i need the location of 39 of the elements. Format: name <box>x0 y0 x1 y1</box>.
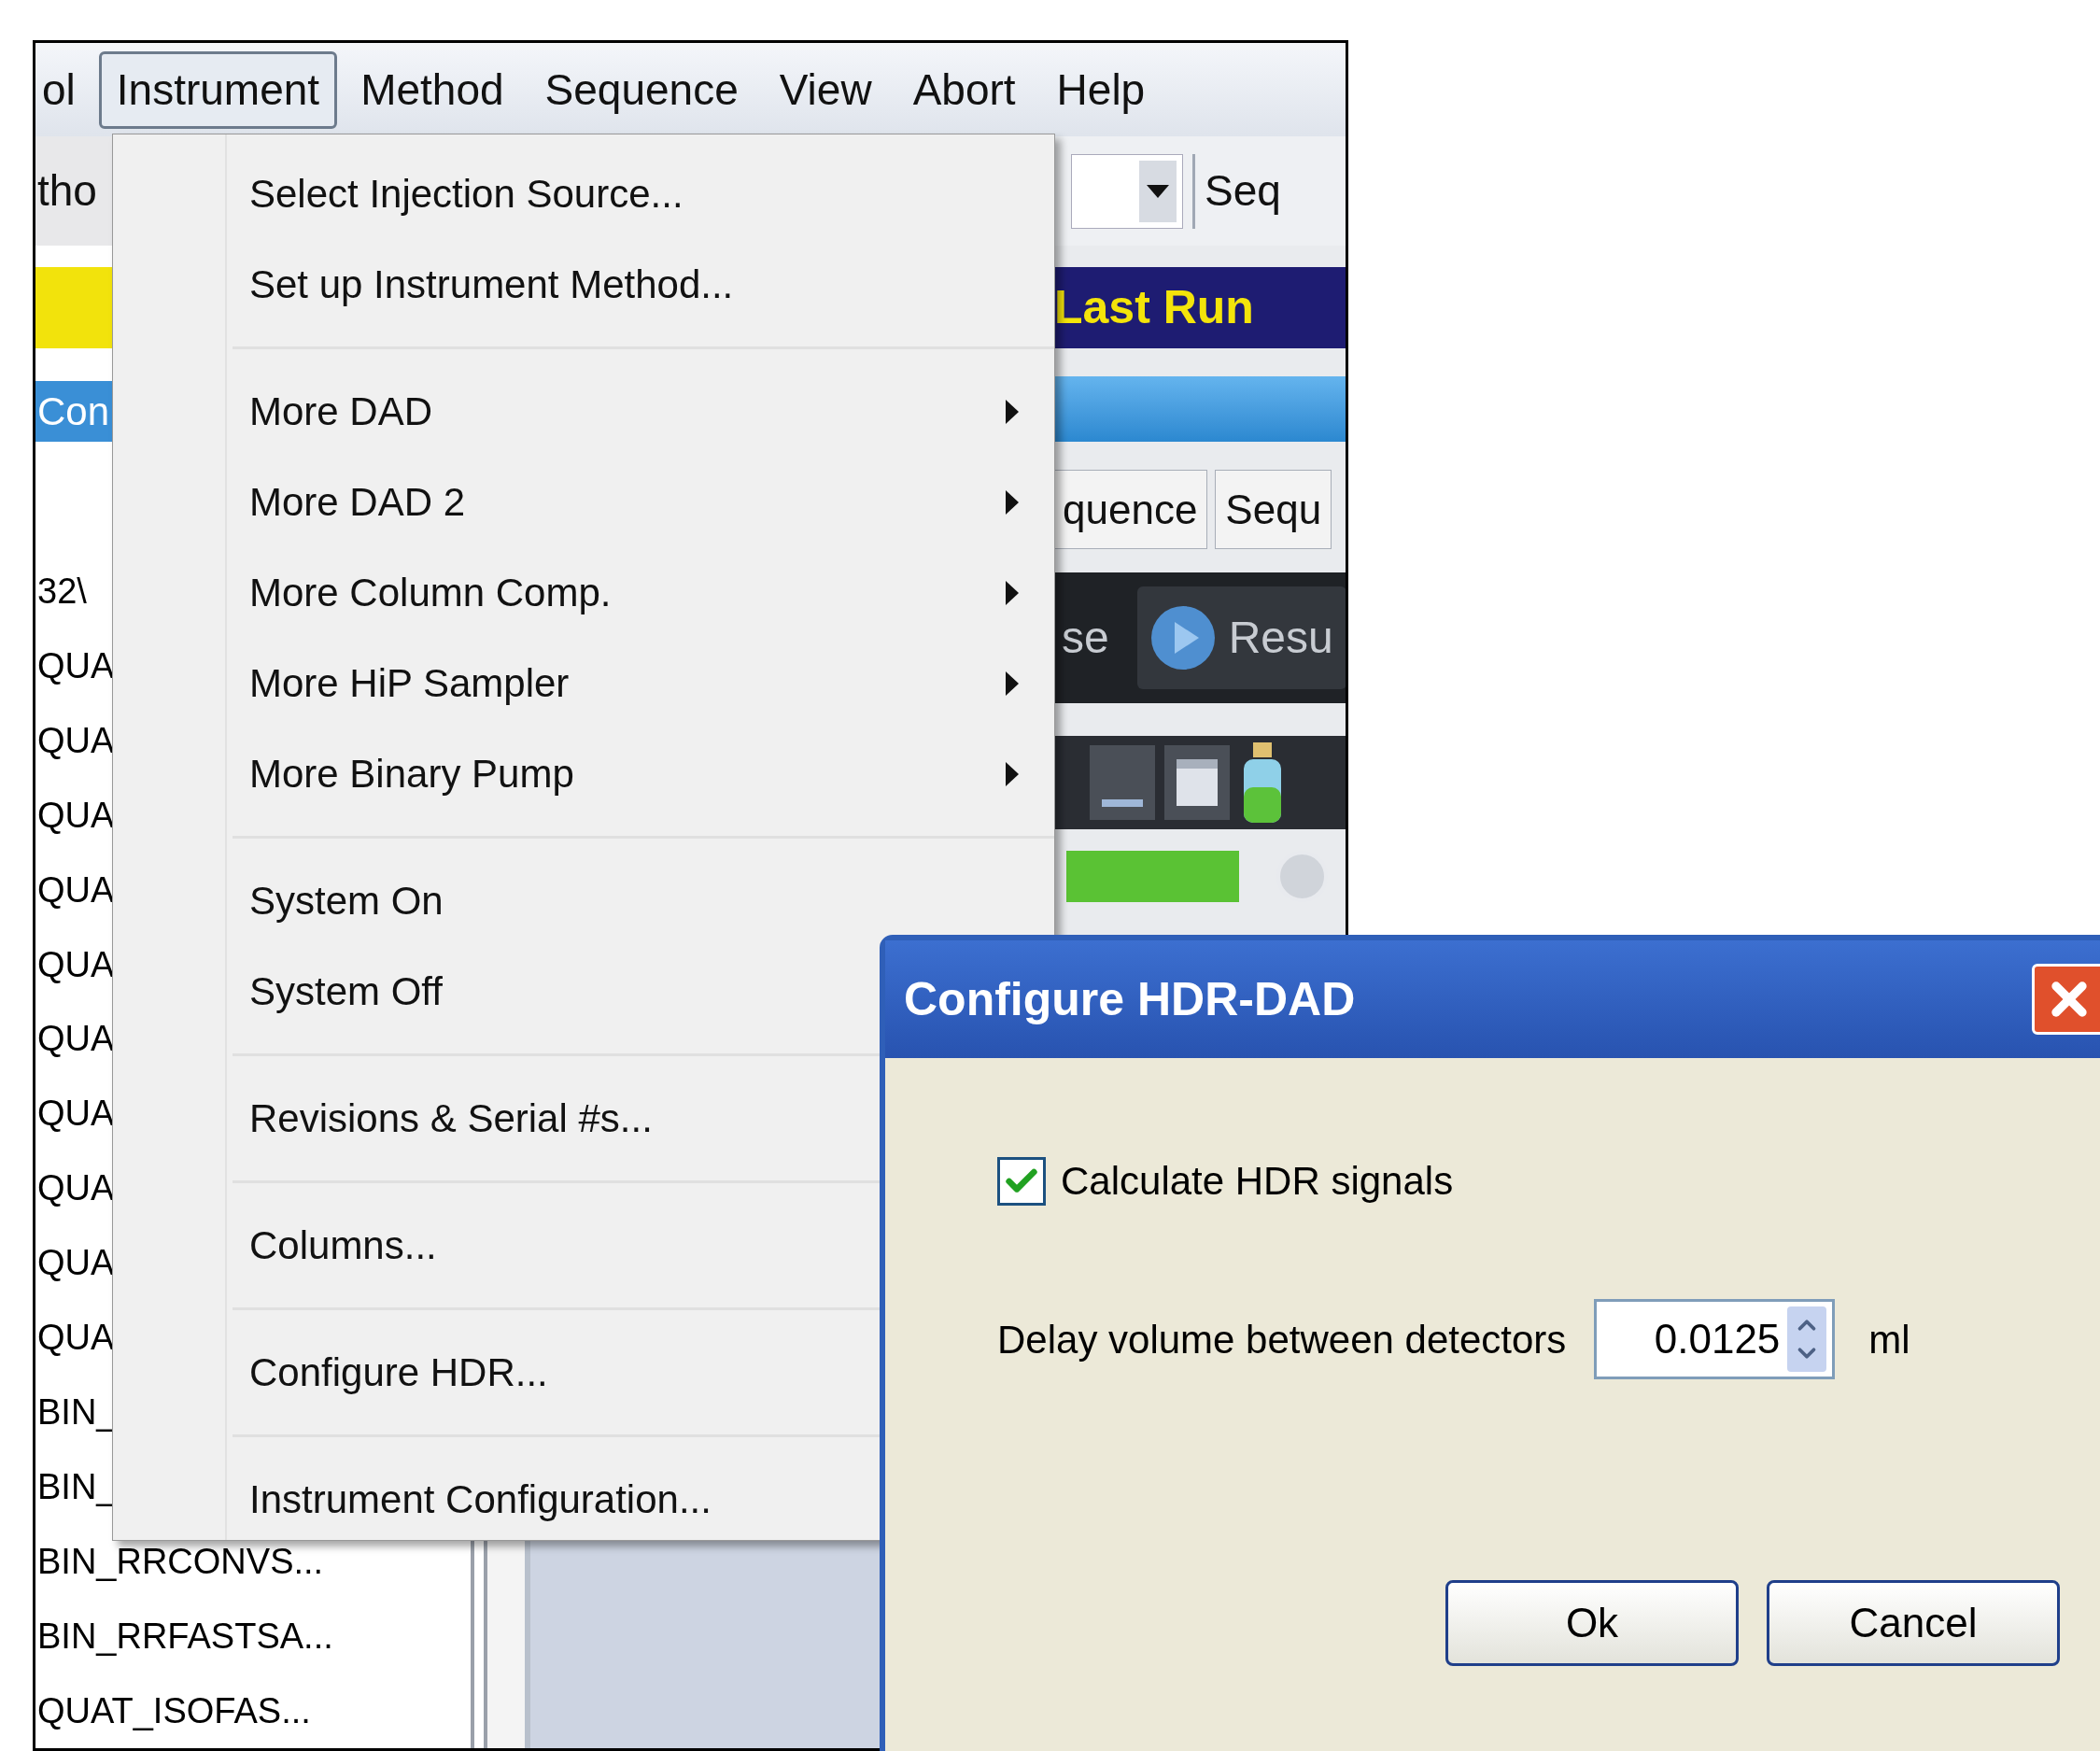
list-item[interactable]: BIN_RRFASTSA... <box>35 1599 446 1674</box>
menu-bar-item[interactable]: View <box>761 50 890 129</box>
spin-field[interactable]: 0.0125 <box>1594 1299 1836 1379</box>
window-icon[interactable] <box>1164 745 1230 820</box>
resume-button[interactable]: Resu <box>1136 586 1346 689</box>
menu-bar-item[interactable]: Sequence <box>527 50 756 129</box>
menu-bar-item[interactable]: Method <box>343 50 522 129</box>
toolbar-button[interactable]: se <box>1062 604 1109 671</box>
unit-label: ml <box>1868 1316 1910 1363</box>
minimize-icon[interactable] <box>1090 745 1155 820</box>
close-button[interactable] <box>2032 964 2100 1035</box>
spin-buttons[interactable] <box>1787 1306 1827 1372</box>
menu-item[interactable]: System On <box>233 855 1054 946</box>
dropdown-arrow-icon <box>1147 184 1169 198</box>
toolbar-label: Seq <box>1205 165 1281 217</box>
toolbar-label: tho <box>36 164 97 217</box>
menu-bar-item[interactable]: Instrument <box>98 50 338 129</box>
menu-bar-item[interactable]: Help <box>1038 50 1163 129</box>
menu-item[interactable]: More DAD <box>233 366 1054 457</box>
menu-bar-item[interactable]: ol <box>35 50 93 129</box>
checkbox-label: Calculate HDR signals <box>1061 1158 1454 1205</box>
checkbox[interactable] <box>997 1156 1046 1206</box>
dialog-button[interactable]: Ok <box>1445 1580 1739 1666</box>
menu-item[interactable]: Select Injection Source... <box>233 148 1054 239</box>
play-icon <box>1149 605 1216 671</box>
menu-item[interactable]: More DAD 2 <box>233 457 1054 547</box>
menu-item[interactable]: Set up Instrument Method... <box>233 239 1054 330</box>
dropdown-button[interactable] <box>1139 160 1177 222</box>
status-banner: Last Run <box>1052 267 1346 348</box>
tab[interactable]: quence <box>1052 470 1208 549</box>
menu-item[interactable]: More HiP Sampler <box>233 638 1054 728</box>
menu-item[interactable]: More Column Comp. <box>233 547 1054 638</box>
field-label: Delay volume between detectors <box>997 1316 1567 1363</box>
dialog-button[interactable]: Cancel <box>1767 1580 2060 1666</box>
list-item[interactable]: QUAT_ISOFAS... <box>35 1673 446 1748</box>
dialog-title: Configure HDR-DAD <box>904 971 1356 1027</box>
menu-bar-item[interactable]: Abort <box>895 50 1034 129</box>
menu-item[interactable]: More Binary Pump <box>233 728 1054 819</box>
tab[interactable]: Sequ <box>1215 470 1332 549</box>
